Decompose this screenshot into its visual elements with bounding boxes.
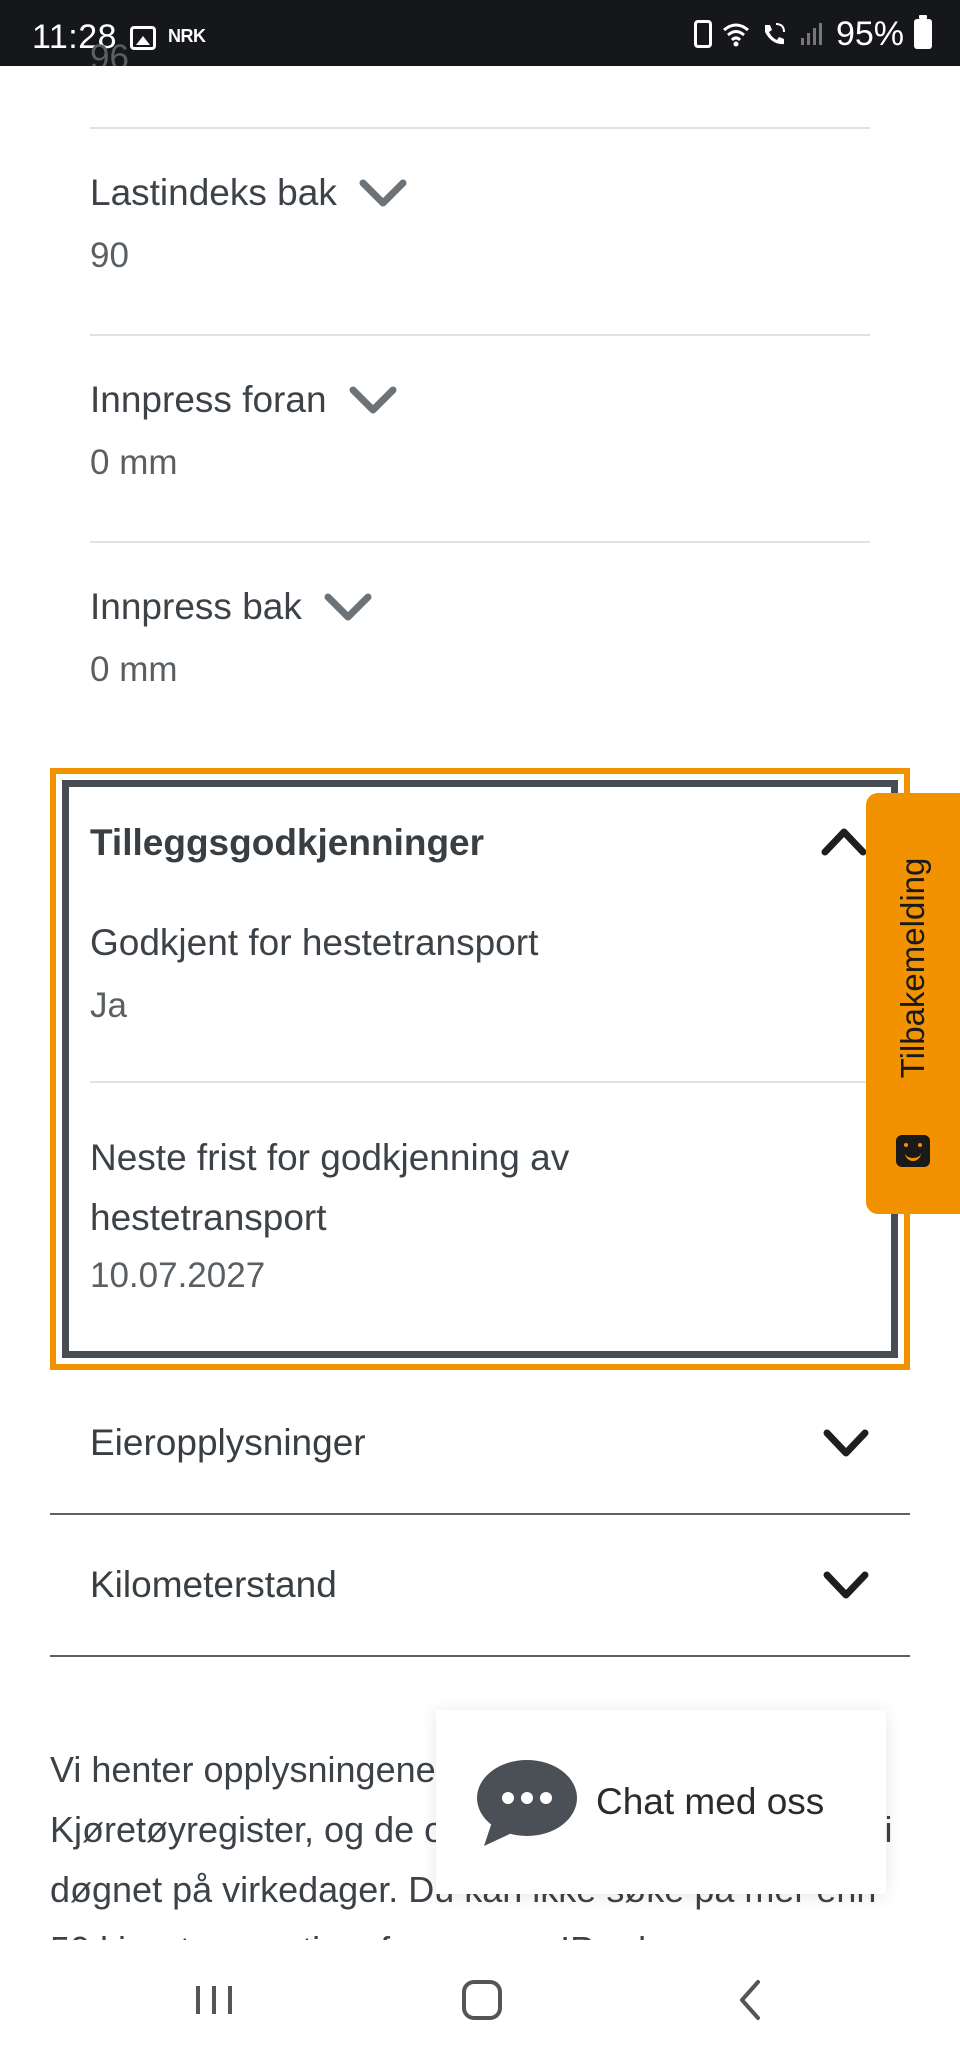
home-icon[interactable] bbox=[452, 1970, 512, 2030]
detail-value: 0 mm bbox=[90, 650, 178, 689]
section-kilometerstand[interactable]: Kilometerstand bbox=[50, 1515, 910, 1657]
detail-row-innpress-bak[interactable]: Innpress bak 0 mm bbox=[90, 586, 870, 690]
section-label: Kilometerstand bbox=[90, 1564, 337, 1605]
chevron-down-icon[interactable] bbox=[349, 384, 397, 416]
chevron-down-icon[interactable] bbox=[324, 591, 372, 623]
chevron-down-icon[interactable] bbox=[822, 1569, 870, 1601]
gallery-icon bbox=[130, 26, 156, 50]
detail-label: Lastindeks bak bbox=[90, 172, 337, 213]
chat-bubble-icon bbox=[477, 1760, 577, 1846]
chat-widget[interactable]: Chat med oss bbox=[436, 1710, 886, 1894]
feedback-tab[interactable]: Tilbakemelding bbox=[866, 793, 960, 1214]
divider bbox=[90, 127, 870, 129]
battery-saver-icon bbox=[693, 20, 712, 48]
approval-label: Neste frist for godkjenning av hestetran… bbox=[90, 1137, 570, 1238]
approval-value: Ja bbox=[90, 986, 127, 1025]
wifi-call-icon bbox=[764, 23, 785, 45]
detail-label: Innpress bak bbox=[90, 586, 302, 627]
detail-row-innpress-foran[interactable]: Innpress foran 0 mm bbox=[90, 379, 870, 483]
back-icon[interactable] bbox=[722, 1970, 782, 2030]
chat-label: Chat med oss bbox=[596, 1781, 825, 1822]
system-nav-bar bbox=[0, 1942, 960, 2059]
detail-value: 90 bbox=[90, 236, 129, 275]
chevron-down-icon[interactable] bbox=[359, 177, 407, 209]
detail-value: 0 mm bbox=[90, 443, 178, 482]
wifi-icon bbox=[722, 23, 749, 47]
section-label: Eieropplysninger bbox=[90, 1422, 366, 1463]
detail-row-lastindeks-bak[interactable]: Lastindeks bak 90 bbox=[90, 172, 870, 276]
approval-value: 10.07.2027 bbox=[90, 1256, 266, 1295]
section-eieropplysninger[interactable]: Eieropplysninger bbox=[50, 1373, 910, 1515]
chevron-up-icon[interactable] bbox=[820, 824, 868, 858]
divider bbox=[90, 334, 870, 336]
divider bbox=[90, 1081, 870, 1083]
approval-label: Godkjent for hestetransport bbox=[90, 922, 539, 963]
detail-label: Innpress foran bbox=[90, 379, 327, 420]
approval-row-hestetransport: Godkjent for hestetransport Ja bbox=[90, 922, 870, 1026]
status-bar: 11:28 NRK 95% bbox=[0, 0, 960, 66]
battery-icon bbox=[914, 15, 932, 49]
smiley-icon bbox=[896, 1135, 930, 1167]
section-title[interactable]: Tilleggsgodkjenninger bbox=[90, 822, 484, 864]
recent-apps-icon[interactable] bbox=[184, 1970, 244, 2030]
chevron-down-icon[interactable] bbox=[822, 1427, 870, 1459]
signal-icon bbox=[800, 23, 822, 45]
previous-value-cut: 96 bbox=[90, 38, 129, 66]
status-icons: 95% bbox=[693, 14, 932, 53]
battery-percent: 95% bbox=[835, 14, 904, 53]
divider bbox=[90, 541, 870, 543]
nrk-icon: NRK bbox=[168, 26, 206, 46]
approval-row-frist: Neste frist for godkjenning av hestetran… bbox=[90, 1128, 650, 1296]
feedback-label: Tilbakemelding bbox=[894, 857, 931, 1079]
